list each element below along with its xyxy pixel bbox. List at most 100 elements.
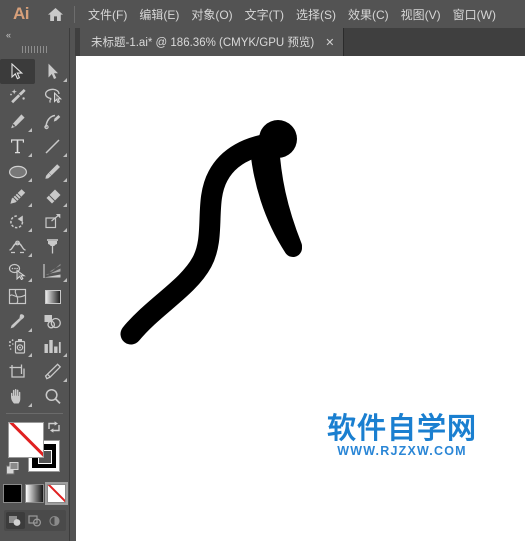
none-slash-icon xyxy=(9,423,43,457)
eraser-tool[interactable] xyxy=(35,184,70,209)
default-fill-stroke-icon[interactable] xyxy=(6,462,19,475)
pencil-tool[interactable] xyxy=(0,184,35,209)
close-icon[interactable]: ✕ xyxy=(325,37,334,48)
draw-normal-mode[interactable] xyxy=(6,512,25,529)
shape-builder-tool[interactable] xyxy=(0,259,35,284)
column-graph-icon xyxy=(44,340,61,353)
tool-flyout-indicator xyxy=(28,178,32,182)
tool-flyout-indicator xyxy=(28,328,32,332)
blend-icon xyxy=(44,315,61,329)
menu-item-window[interactable]: 窗口(W) xyxy=(447,2,502,27)
app-logo: Ai xyxy=(13,4,30,23)
draw-normal-icon xyxy=(9,515,21,526)
none-swatch[interactable] xyxy=(45,482,68,505)
color-swatch-black[interactable] xyxy=(3,484,22,503)
draw-mode-buttons xyxy=(4,510,66,531)
scale-tool[interactable] xyxy=(35,209,70,234)
menu-item-effect[interactable]: 效果(C) xyxy=(342,2,395,27)
menu-item-object[interactable]: 对象(O) xyxy=(185,2,238,27)
gradient-swatch[interactable] xyxy=(25,484,44,503)
document-tab[interactable]: 未标题-1.ai* @ 186.36% (CMYK/GPU 预览) ✕ xyxy=(80,28,345,56)
selection-arrow-icon xyxy=(11,63,24,80)
menu-item-type[interactable]: 文字(T) xyxy=(239,2,290,27)
symbol-sprayer-icon xyxy=(8,339,26,354)
magic-wand-tool[interactable] xyxy=(0,84,35,109)
direct-selection-tool[interactable] xyxy=(35,59,70,84)
artboard-tool[interactable] xyxy=(0,359,35,384)
pen-nib-icon xyxy=(11,114,25,129)
pen-tool[interactable] xyxy=(0,109,35,134)
watermark-url: WWW.RJZXW.COM xyxy=(337,444,467,459)
ellipse-tool[interactable] xyxy=(0,159,35,184)
column-graph-tool[interactable] xyxy=(35,334,70,359)
home-icon[interactable] xyxy=(38,7,72,22)
free-transform-tool[interactable] xyxy=(35,234,70,259)
artboard-canvas[interactable]: 软件自学网 WWW.RJZXW.COM xyxy=(76,56,525,541)
panel-drag-handle[interactable] xyxy=(0,42,69,56)
gradient-tool[interactable] xyxy=(35,284,70,309)
lasso-icon xyxy=(44,88,62,104)
fill-stroke-controls xyxy=(0,420,69,480)
menu-item-select[interactable]: 选择(S) xyxy=(290,2,342,27)
watermark-title: 软件自学网 xyxy=(326,411,477,445)
paintbrush-icon xyxy=(45,164,60,179)
tool-flyout-indicator xyxy=(63,228,67,232)
paintbrush-tool[interactable] xyxy=(35,159,70,184)
hand-tool[interactable] xyxy=(0,384,35,409)
eyedropper-tool[interactable] xyxy=(0,309,35,334)
scale-icon xyxy=(44,214,60,229)
mesh-tool[interactable] xyxy=(0,284,35,309)
toolbar-divider xyxy=(6,413,63,414)
tools-panel: « xyxy=(0,28,70,541)
lasso-tool[interactable] xyxy=(35,84,70,109)
home-glyph xyxy=(47,7,63,21)
type-tool[interactable] xyxy=(0,134,35,159)
menu-item-edit[interactable]: 编辑(E) xyxy=(133,2,185,27)
tool-flyout-indicator xyxy=(63,278,67,282)
tool-flyout-indicator xyxy=(63,378,67,382)
paintbrush-stroke-path[interactable] xyxy=(76,56,525,541)
menu-bar: Ai 文件(F) 编辑(E) 对象(O) 文字(T) 选择(S) 效果(C) 视… xyxy=(0,0,525,28)
tool-flyout-indicator xyxy=(63,203,67,207)
collapse-panel-button[interactable]: « xyxy=(0,28,69,42)
curvature-tool[interactable] xyxy=(35,109,70,134)
menu-item-view[interactable]: 视图(V) xyxy=(395,2,447,27)
type-T-icon xyxy=(11,139,24,154)
perspective-grid-icon xyxy=(43,263,61,278)
direct-selection-arrow-icon xyxy=(48,63,58,79)
slice-tool[interactable] xyxy=(35,359,70,384)
artboard-icon xyxy=(9,364,25,378)
line-segment-tool[interactable] xyxy=(35,134,70,159)
selection-tool[interactable] xyxy=(0,59,35,84)
blend-tool[interactable] xyxy=(35,309,70,334)
magic-wand-icon xyxy=(9,89,26,104)
document-tab-title: 未标题-1.ai* @ 186.36% (CMYK/GPU 预览) xyxy=(91,37,315,49)
menu-divider xyxy=(74,5,75,23)
gradient-icon xyxy=(44,289,61,304)
hand-icon xyxy=(10,388,20,404)
draw-behind-mode[interactable] xyxy=(26,512,45,529)
perspective-grid-tool[interactable] xyxy=(35,259,70,284)
rotate-tool[interactable] xyxy=(0,209,35,234)
tool-flyout-indicator xyxy=(63,78,67,82)
free-transform-pin-icon xyxy=(47,239,58,254)
draw-inside-mode[interactable] xyxy=(45,512,64,529)
color-mode-buttons xyxy=(0,482,69,505)
rotate-icon xyxy=(9,215,23,229)
shape-builder-icon xyxy=(8,263,26,280)
tool-flyout-indicator xyxy=(28,353,32,357)
tool-flyout-indicator xyxy=(28,128,32,132)
tool-flyout-indicator xyxy=(63,178,67,182)
width-tool[interactable] xyxy=(0,234,35,259)
symbol-sprayer-tool[interactable] xyxy=(0,334,35,359)
tool-flyout-indicator xyxy=(28,403,32,407)
fill-swatch[interactable] xyxy=(8,422,44,458)
tool-grid xyxy=(0,56,69,409)
swap-fill-stroke-icon[interactable] xyxy=(47,420,61,434)
draw-inside-icon xyxy=(49,515,60,526)
slice-knife-icon xyxy=(44,363,61,380)
curvature-pen-icon xyxy=(43,114,60,130)
zoom-tool[interactable] xyxy=(35,384,70,409)
ellipse-icon xyxy=(8,165,27,178)
menu-item-file[interactable]: 文件(F) xyxy=(82,2,133,27)
